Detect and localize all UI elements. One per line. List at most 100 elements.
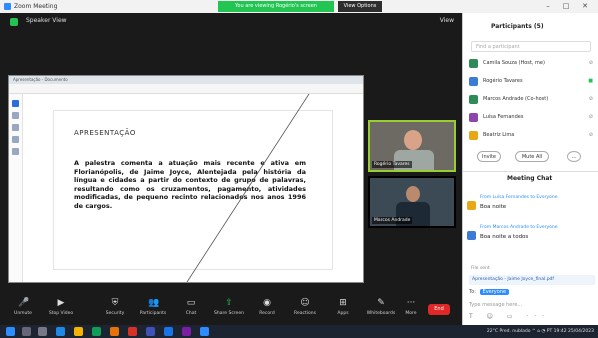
task-view-icon[interactable] bbox=[38, 327, 47, 336]
share-status-icon: ■ bbox=[588, 78, 593, 84]
participants-icon: 👥 bbox=[148, 298, 160, 308]
select-tool-icon bbox=[12, 100, 19, 107]
pen-tool-icon bbox=[12, 112, 19, 119]
participant-name: Beatriz Lima bbox=[483, 132, 515, 138]
video-tile-speaker[interactable]: Rogério Tavares bbox=[368, 120, 456, 172]
reactions-button[interactable]: ☺ Reactions bbox=[288, 297, 322, 323]
participant-name: Rogério Tavares bbox=[483, 78, 523, 84]
zoom-tool-icon bbox=[12, 148, 19, 155]
file-sent-label: File sent bbox=[471, 266, 490, 271]
maximize-button[interactable]: □ bbox=[558, 0, 574, 13]
more-button[interactable]: ··· More bbox=[394, 297, 428, 323]
security-icon: ⛨ bbox=[111, 298, 119, 308]
unmute-button[interactable]: 🎤 Unmute bbox=[6, 297, 40, 323]
edge-icon[interactable] bbox=[56, 327, 65, 336]
chat-button[interactable]: ▭ Chat bbox=[174, 297, 208, 323]
close-button[interactable]: ✕ bbox=[577, 0, 593, 13]
shared-window-toolbar bbox=[9, 84, 363, 94]
view-button[interactable]: View bbox=[440, 17, 454, 24]
apps-button[interactable]: ⊞ Apps bbox=[326, 297, 360, 323]
chrome-icon[interactable] bbox=[164, 327, 173, 336]
avatar bbox=[469, 113, 478, 122]
chat-icon: ▭ bbox=[186, 298, 196, 308]
participants-header: Participants (5) bbox=[463, 13, 598, 39]
file-attachment-link[interactable]: Apresentação - Jaime Joyce_final.pdf bbox=[469, 275, 595, 285]
firefox-icon[interactable] bbox=[110, 327, 119, 336]
apps-icon: ⊞ bbox=[339, 298, 347, 308]
avatar bbox=[467, 201, 476, 210]
mic-muted-icon: ⊘ bbox=[588, 96, 593, 102]
share-icon: ⇧ bbox=[225, 298, 233, 308]
text-tool-icon bbox=[12, 124, 19, 131]
message-sender: From Luísa Fernandes to Everyone bbox=[480, 195, 558, 200]
os-taskbar: 22°C Pred. nublado ^ ⌂ ◔ PT 19:42 25/04/… bbox=[0, 325, 598, 338]
participant-name: Luísa Fernandes bbox=[483, 114, 524, 120]
mute-all-button[interactable]: Mute All bbox=[515, 151, 549, 162]
avatar bbox=[469, 59, 478, 68]
avatar bbox=[469, 77, 478, 86]
more-icon: ··· bbox=[406, 298, 416, 308]
whiteboards-button[interactable]: ✎ Whiteboards bbox=[364, 297, 398, 323]
to-label: To: bbox=[469, 289, 476, 295]
participant-row[interactable]: Rogério Tavares ■ bbox=[469, 75, 593, 89]
participant-face bbox=[404, 130, 422, 150]
minimize-button[interactable]: – bbox=[540, 0, 556, 13]
recipient-dropdown[interactable]: Everyone bbox=[479, 289, 510, 295]
app-icon[interactable] bbox=[128, 327, 137, 336]
zoom-logo-icon bbox=[4, 3, 11, 10]
search-icon[interactable] bbox=[22, 327, 31, 336]
participant-body bbox=[396, 202, 430, 226]
whiteboard-icon: ✎ bbox=[377, 298, 385, 308]
start-icon[interactable] bbox=[6, 327, 15, 336]
participants-title: Participants (5) bbox=[491, 23, 544, 30]
video-tile-participant[interactable]: Marcos Andrade bbox=[368, 176, 456, 228]
screen-share-banner: You are viewing Rogério's screen bbox=[218, 1, 334, 12]
meeting-toolbar: 🎤 Unmute ▶ Stop Video ⛨ Security 👥 Participa… bbox=[0, 295, 462, 325]
tile-name-label: Rogério Tavares bbox=[372, 161, 412, 168]
speaker-view-button[interactable]: Speaker View bbox=[26, 17, 67, 24]
participant-row[interactable]: Marcos Andrade (Co-host) ⊘ bbox=[469, 93, 593, 107]
end-meeting-button[interactable]: End bbox=[428, 304, 450, 315]
share-screen-button[interactable]: ⇧ Share Screen bbox=[212, 297, 246, 323]
chat-header: Meeting Chat bbox=[463, 171, 598, 183]
participant-name: Camila Souza (Host, me) bbox=[483, 60, 545, 66]
shared-doc-rightbar bbox=[353, 94, 361, 282]
shared-screen[interactable]: Apresentação - Documento APRESENTAÇÃO A … bbox=[8, 75, 364, 283]
store-icon[interactable] bbox=[92, 327, 101, 336]
invite-button[interactable]: Invite bbox=[477, 151, 501, 162]
record-icon: ◉ bbox=[263, 298, 271, 308]
document-heading: APRESENTAÇÃO bbox=[74, 129, 136, 137]
meeting-area: Speaker View View Apresentação - Documen… bbox=[0, 13, 462, 295]
message-text: Boa noite bbox=[480, 204, 507, 210]
shared-window-titlebar: Apresentação - Documento bbox=[9, 76, 363, 84]
mic-icon: 🎤 bbox=[18, 298, 30, 308]
security-button[interactable]: ⛨ Security bbox=[98, 297, 132, 323]
participant-row[interactable]: Camila Souza (Host, me) ⊘ bbox=[469, 57, 593, 71]
file-explorer-icon[interactable] bbox=[74, 327, 83, 336]
window-titlebar: Zoom Meeting You are viewing Rogério's s… bbox=[0, 0, 598, 13]
participants-button[interactable]: 👥 Participants bbox=[136, 297, 170, 323]
avatar bbox=[469, 131, 478, 140]
word-icon[interactable] bbox=[146, 327, 155, 336]
stop-video-button[interactable]: ▶ Stop Video bbox=[44, 297, 78, 323]
mic-muted-icon: ⊘ bbox=[588, 132, 593, 138]
more-options-button[interactable]: ... bbox=[567, 151, 581, 162]
teams-icon[interactable] bbox=[182, 327, 191, 336]
reactions-icon: ☺ bbox=[300, 298, 310, 308]
participant-row[interactable]: Luísa Fernandes ⊘ bbox=[469, 111, 593, 125]
encryption-shield-icon[interactable] bbox=[10, 18, 18, 26]
zoom-taskbar-icon[interactable] bbox=[200, 327, 209, 336]
view-options-button[interactable]: View Options bbox=[338, 1, 382, 12]
avatar bbox=[469, 95, 478, 104]
video-icon: ▶ bbox=[57, 298, 65, 308]
mic-muted-icon: ⊘ bbox=[588, 114, 593, 120]
participant-row[interactable]: Beatriz Lima ⊘ bbox=[469, 129, 593, 143]
record-button[interactable]: ◉ Record bbox=[250, 297, 284, 323]
side-panel: Participants (5) Find a participant Cami… bbox=[462, 13, 598, 325]
chat-format-tools[interactable]: T ☺ ▭ ··· bbox=[469, 313, 550, 320]
shape-tool-icon bbox=[12, 136, 19, 143]
participant-search-input[interactable]: Find a participant bbox=[471, 41, 591, 52]
shared-window-title: Apresentação - Documento bbox=[13, 77, 68, 82]
chat-message-input[interactable]: Type message here... bbox=[469, 300, 593, 311]
message-text: Boa noite a todos bbox=[480, 234, 529, 240]
